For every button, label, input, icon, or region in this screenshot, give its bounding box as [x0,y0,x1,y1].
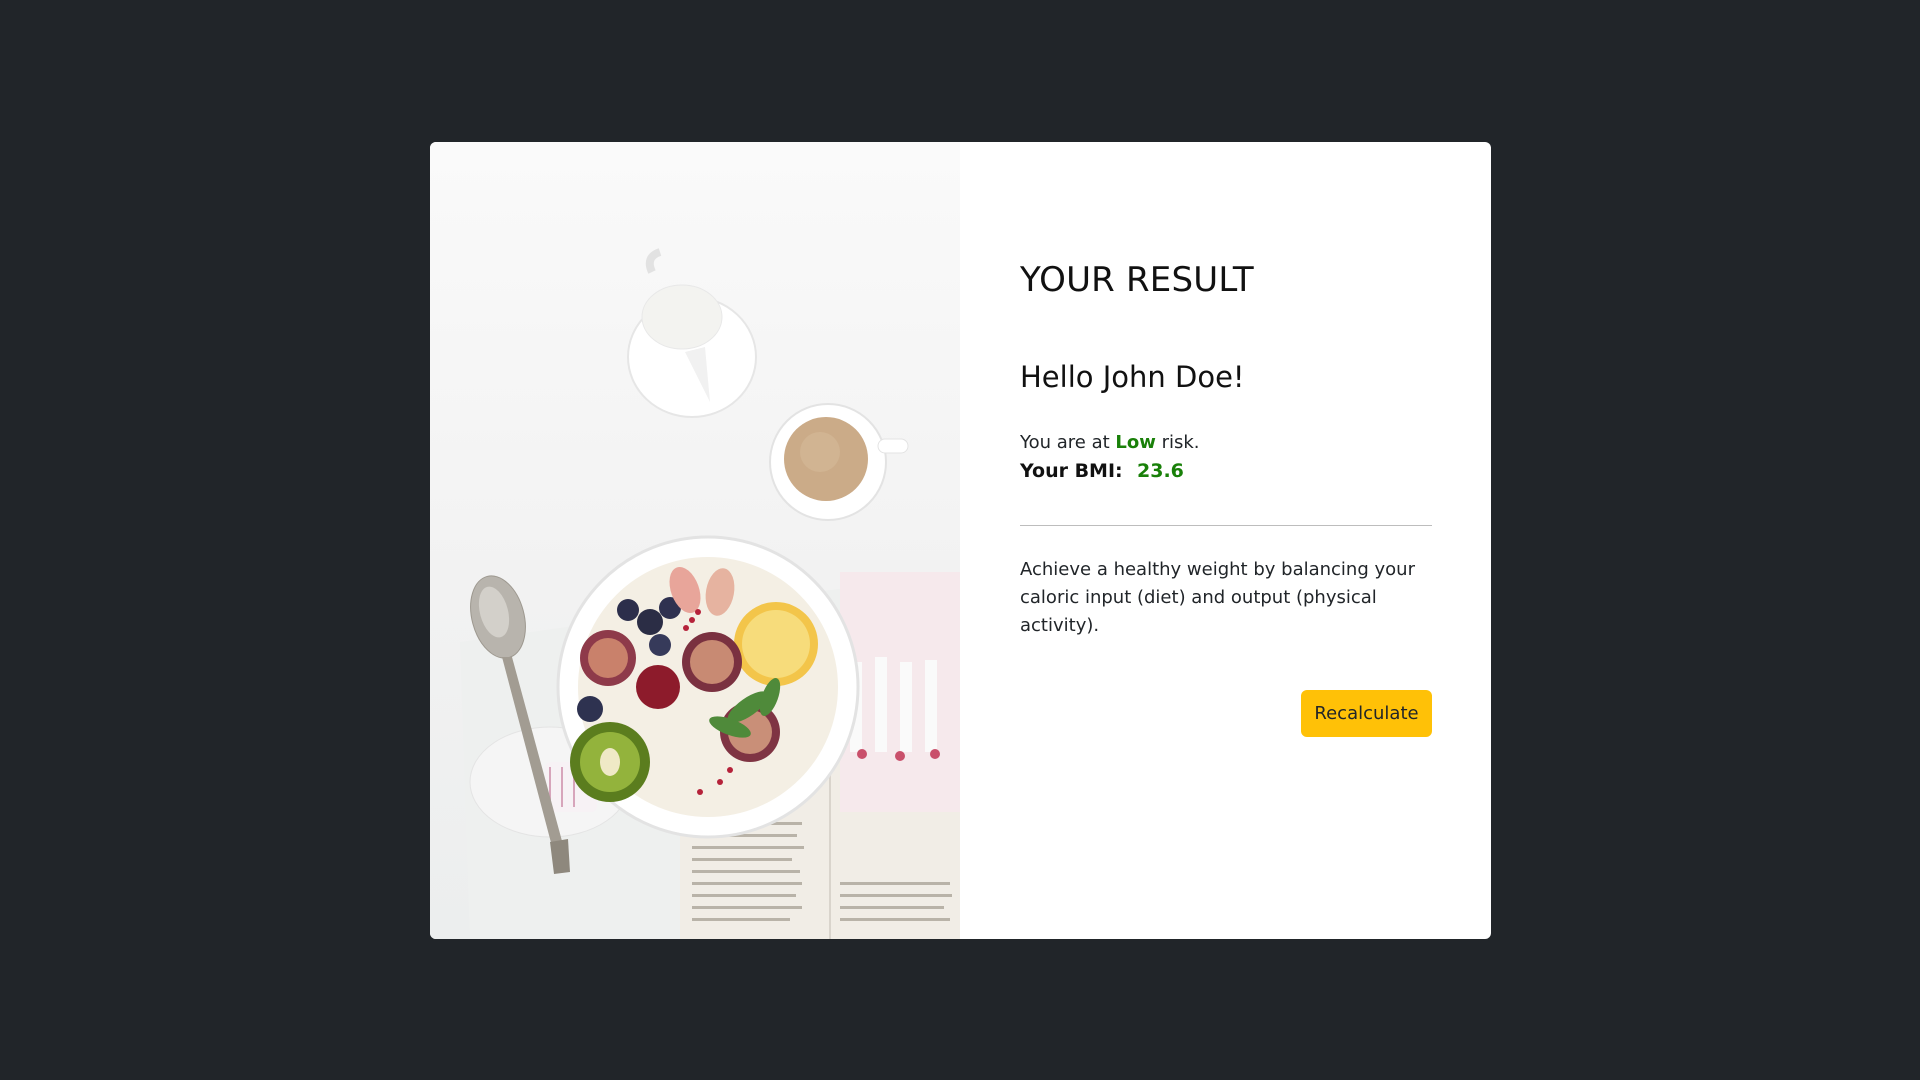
advice-text: Achieve a healthy weight by balancing yo… [1020,559,1415,636]
bmi-row: Your BMI: 23.6 [1020,460,1184,482]
fruit-bowl-photo [430,142,960,939]
greeting-heading: Hello John Doe! [1020,360,1245,394]
bmi-value: 23.6 [1137,460,1184,482]
risk-prefix: You are at [1020,432,1116,453]
bmi-label: Your BMI: [1020,460,1123,482]
recalculate-button[interactable]: Recalculate [1301,690,1432,737]
result-title: YOUR RESULT [1020,260,1254,300]
risk-statement: You are at Low risk. [1020,432,1200,453]
divider [1020,525,1432,526]
risk-level: Low [1115,432,1156,453]
risk-suffix: risk. [1155,432,1200,453]
result-card: YOUR RESULT Hello John Doe! You are at L… [430,142,1491,939]
result-panel: YOUR RESULT Hello John Doe! You are at L… [960,142,1491,939]
